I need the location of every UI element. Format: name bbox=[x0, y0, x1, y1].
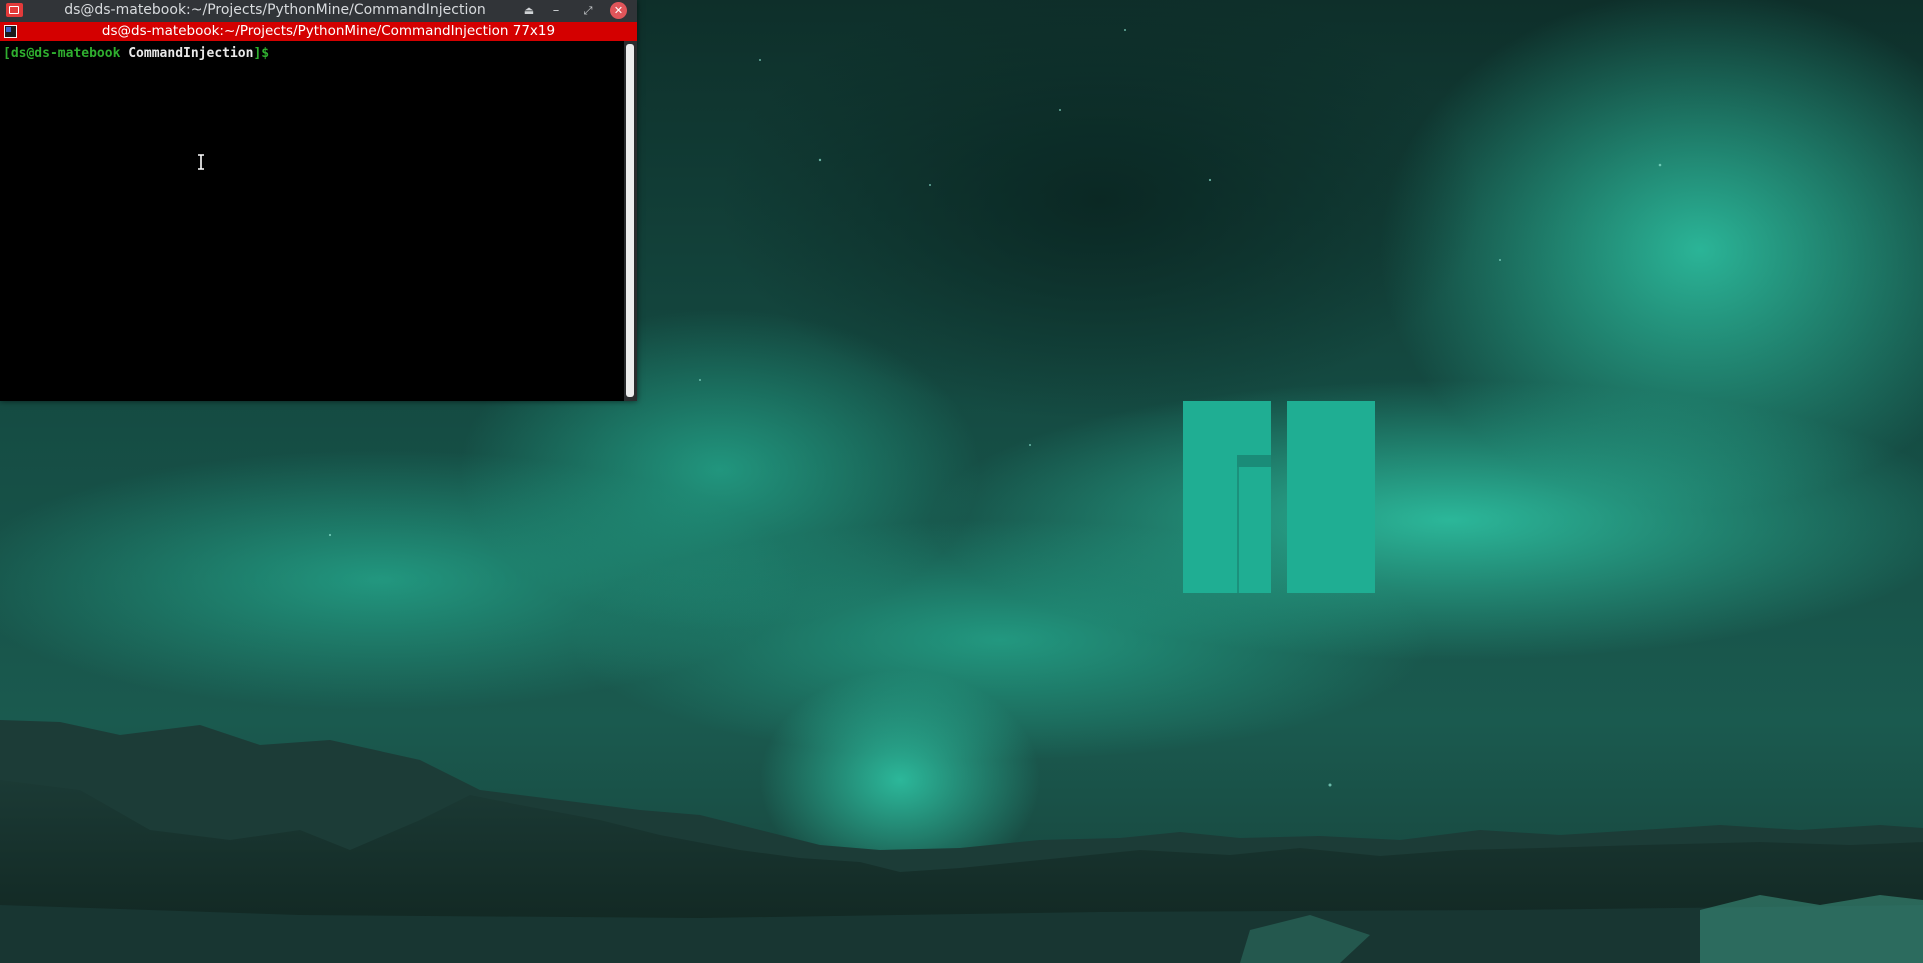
close-button[interactable]: ✕ bbox=[610, 2, 627, 19]
tab-title: ds@ds-matebook:~/Projects/PythonMine/Com… bbox=[101, 23, 556, 39]
desktop: ds@ds-matebook:~/Projects/PythonMine/Com… bbox=[0, 0, 1923, 963]
window-title: ds@ds-matebook:~/Projects/PythonMine/Com… bbox=[64, 2, 486, 18]
terminal-app-icon[interactable] bbox=[6, 3, 23, 17]
terminal-tab[interactable]: ds@ds-matebook:~/Projects/PythonMine/Com… bbox=[0, 22, 637, 41]
manjaro-logo bbox=[1183, 401, 1375, 593]
terminal-scrollbar[interactable] bbox=[624, 41, 637, 401]
minimize-button[interactable]: – bbox=[547, 2, 565, 20]
prompt-directory: CommandInjection bbox=[128, 46, 254, 61]
prompt-close-symbol: ]$ bbox=[253, 46, 270, 61]
window-titlebar[interactable]: ds@ds-matebook:~/Projects/PythonMine/Com… bbox=[0, 0, 637, 22]
prompt-user-host: ds@ds-matebook bbox=[10, 46, 121, 61]
ibeam-cursor-icon bbox=[198, 154, 204, 170]
scrollbar-thumb[interactable] bbox=[626, 44, 634, 397]
keep-above-button[interactable]: ⏏ bbox=[520, 2, 538, 20]
terminal-output-area[interactable]: [ds@ds-matebook CommandInjection]$ bbox=[0, 41, 624, 401]
maximize-button[interactable]: ⤢ bbox=[579, 2, 597, 20]
terminal-tab-icon bbox=[4, 25, 17, 38]
shell-prompt: [ds@ds-matebook CommandInjection]$ bbox=[3, 45, 269, 62]
terminal-window[interactable]: ds@ds-matebook:~/Projects/PythonMine/Com… bbox=[0, 0, 637, 401]
prompt-open-bracket: [ bbox=[3, 46, 11, 61]
